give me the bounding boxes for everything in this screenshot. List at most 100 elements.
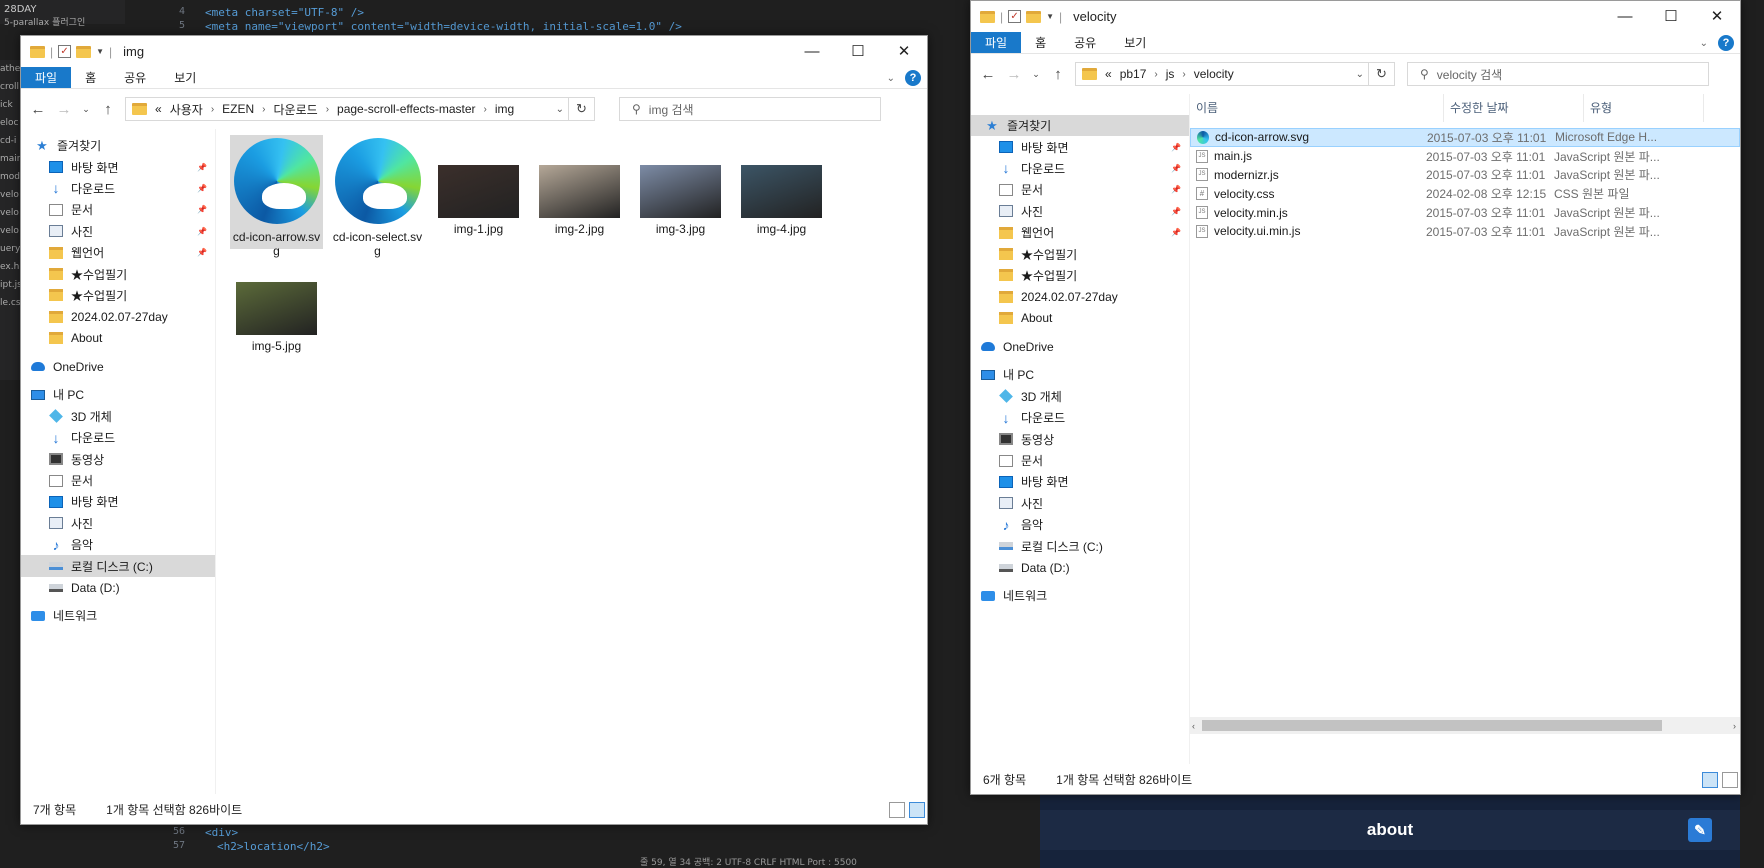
nav-item[interactable]: 바탕 화면 📌 (971, 136, 1189, 157)
address-dropdown-icon[interactable]: ⌄ (556, 104, 564, 115)
nav-item[interactable]: 바탕 화면 (971, 471, 1189, 492)
customize-dropdown-icon[interactable]: ▼ (1046, 12, 1054, 21)
nav-item[interactable]: ↓ 다운로드 📌 (21, 178, 215, 199)
nav-item[interactable]: Data (D:) (971, 557, 1189, 578)
nav-item[interactable]: 사진 (971, 493, 1189, 514)
chevron-right-icon[interactable]: › (326, 104, 329, 115)
chevron-right-icon[interactable]: › (211, 104, 214, 115)
nav-item[interactable]: 문서 (971, 450, 1189, 471)
details-view-icon[interactable] (1702, 772, 1718, 788)
close-button[interactable]: ✕ (1694, 1, 1740, 32)
nav-item[interactable]: 사진 (21, 513, 215, 534)
pin-icon[interactable]: 📌 (1171, 228, 1181, 237)
nav-item[interactable]: 웹언어 📌 (21, 242, 215, 263)
file-tile[interactable]: img-1.jpg (432, 135, 525, 249)
nav-item[interactable]: ↓ 다운로드 (971, 407, 1189, 428)
file-row[interactable]: JS velocity.ui.min.js 2015-07-03 오후 11:01 J… (1190, 222, 1740, 241)
nav-item[interactable]: 바탕 화면 📌 (21, 156, 215, 177)
address-bar[interactable]: « 사용자 › EZEN › 다운로드 › page-scroll-effect… (125, 97, 595, 121)
nav-item[interactable]: OneDrive (21, 356, 215, 377)
pin-icon[interactable]: 📌 (197, 163, 207, 172)
breadcrumb-overflow[interactable]: « (155, 102, 162, 116)
file-tile[interactable]: img-4.jpg (735, 135, 828, 249)
nav-item[interactable]: 2024.02.07-27day (21, 306, 215, 327)
nav-item[interactable]: 내 PC (971, 364, 1189, 385)
forward-arrow-icon[interactable]: → (1005, 66, 1023, 83)
breadcrumb-item[interactable]: page-scroll-effects-master (337, 102, 476, 116)
nav-item[interactable]: ★수업필기 (971, 265, 1189, 286)
nav-item[interactable]: 웹언어 📌 (971, 222, 1189, 243)
nav-item[interactable]: ↓ 다운로드 (21, 427, 215, 448)
help-icon[interactable]: ? (1718, 35, 1734, 51)
breadcrumb-item[interactable]: EZEN (222, 102, 254, 116)
new-folder-icon[interactable] (1026, 10, 1042, 23)
breadcrumb-overflow[interactable]: « (1105, 67, 1112, 81)
new-folder-icon[interactable] (76, 45, 92, 58)
recent-locations-icon[interactable]: ⌄ (81, 104, 91, 115)
nav-item[interactable]: 사진 📌 (21, 221, 215, 242)
file-tile[interactable]: cd-icon-select.svg (331, 135, 424, 258)
pin-icon[interactable]: 📌 (197, 184, 207, 193)
nav-item[interactable]: 내 PC (21, 384, 215, 405)
search-box[interactable]: ⚲ img 검색 (619, 97, 881, 121)
scrollbar-thumb[interactable] (1202, 720, 1662, 731)
file-row[interactable]: # velocity.css 2024-02-08 오후 12:15 CSS 원본 파… (1190, 184, 1740, 203)
details-view-icon[interactable] (889, 802, 905, 818)
refresh-icon[interactable]: ↻ (1368, 63, 1394, 85)
minimize-button[interactable]: — (1602, 1, 1648, 32)
nav-item[interactable]: ★수업필기 (971, 243, 1189, 264)
pin-icon[interactable]: 📌 (197, 248, 207, 257)
nav-item[interactable]: ♪ 음악 (971, 514, 1189, 535)
column-header-date[interactable]: 수정한 날짜 (1444, 94, 1584, 122)
help-icon[interactable]: ? (905, 70, 921, 86)
nav-item[interactable]: About (971, 308, 1189, 329)
nav-item[interactable]: 사진 📌 (971, 201, 1189, 222)
breadcrumb-item[interactable]: img (495, 102, 514, 116)
file-tile[interactable]: img-5.jpg (230, 282, 323, 362)
minimize-button[interactable]: — (789, 36, 835, 67)
tab-home[interactable]: 홈 (1021, 32, 1060, 53)
tab-share[interactable]: 공유 (1060, 32, 1110, 53)
expand-ribbon-icon[interactable]: ⌄ (887, 73, 895, 84)
pin-icon[interactable]: 📌 (197, 205, 207, 214)
nav-item[interactable]: 문서 📌 (21, 199, 215, 220)
breadcrumb-item[interactable]: 사용자 (170, 101, 203, 118)
back-arrow-icon[interactable]: ← (979, 66, 997, 83)
file-tile[interactable]: cd-icon-arrow.svg (230, 135, 323, 258)
refresh-icon[interactable]: ↻ (568, 98, 594, 120)
scroll-left-icon[interactable]: ‹ (1192, 721, 1195, 731)
properties-check-icon[interactable]: ✓ (58, 45, 72, 58)
column-header-type[interactable]: 유형 (1584, 94, 1704, 122)
nav-item[interactable]: 3D 개체 (21, 406, 215, 427)
pin-icon[interactable]: 📌 (1171, 143, 1181, 152)
nav-item[interactable]: ★수업필기 (21, 263, 215, 284)
back-arrow-icon[interactable]: ← (29, 101, 47, 118)
search-box[interactable]: ⚲ velocity 검색 (1407, 62, 1709, 86)
tab-file[interactable]: 파일 (21, 67, 72, 88)
close-button[interactable]: ✕ (881, 36, 927, 67)
nav-item[interactable]: 동영상 (21, 448, 215, 469)
nav-item[interactable]: About (21, 328, 215, 349)
expand-ribbon-icon[interactable]: ⌄ (1700, 38, 1708, 49)
breadcrumb-item[interactable]: pb17 (1120, 67, 1147, 81)
file-row[interactable]: JS modernizr.js 2015-07-03 오후 11:01 JavaScr… (1190, 166, 1740, 185)
nav-item[interactable]: 네트워크 (21, 605, 215, 626)
properties-check-icon[interactable]: ✓ (1008, 10, 1022, 23)
breadcrumb-item[interactable]: velocity (1194, 67, 1234, 81)
large-icons-view-icon[interactable] (909, 802, 925, 818)
tab-view[interactable]: 보기 (160, 67, 210, 88)
nav-item[interactable]: 문서 📌 (971, 179, 1189, 200)
column-header-name[interactable]: 이름 (1190, 94, 1444, 122)
nav-item[interactable]: 로컬 디스크 (C:) (21, 555, 215, 577)
customize-dropdown-icon[interactable]: ▼ (96, 47, 104, 56)
breadcrumb-item[interactable]: js (1166, 67, 1175, 81)
maximize-button[interactable]: ☐ (1648, 1, 1694, 32)
pin-icon[interactable]: 📌 (197, 227, 207, 236)
file-row[interactable]: JS velocity.min.js 2015-07-03 오후 11:01 Java… (1190, 203, 1740, 222)
nav-item[interactable]: OneDrive (971, 336, 1189, 357)
tab-view[interactable]: 보기 (1110, 32, 1160, 53)
scroll-right-icon[interactable]: › (1733, 721, 1736, 731)
nav-item[interactable]: ★수업필기 (21, 285, 215, 306)
nav-item[interactable]: ↓ 다운로드 📌 (971, 158, 1189, 179)
pin-icon[interactable]: 📌 (1171, 207, 1181, 216)
